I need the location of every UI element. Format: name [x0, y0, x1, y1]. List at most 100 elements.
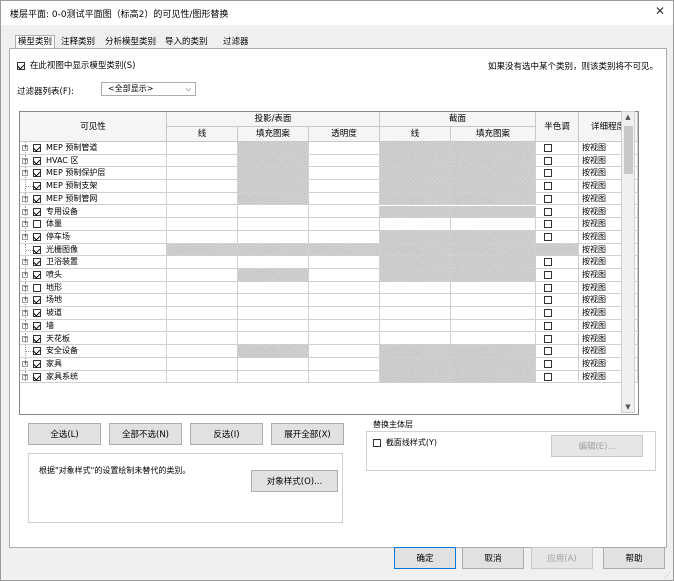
cut-override-cell[interactable] — [451, 319, 536, 333]
projection-override-cell[interactable] — [238, 230, 309, 244]
expand-icon[interactable]: + — [22, 272, 28, 278]
cut-override-cell[interactable] — [451, 180, 536, 193]
cut-line-styles-checkbox[interactable] — [373, 438, 381, 447]
halftone-cell[interactable] — [536, 357, 579, 371]
cut-override-cell[interactable] — [380, 357, 451, 371]
cut-override-cell[interactable] — [451, 281, 536, 295]
scroll-up-icon[interactable]: ▲ — [622, 113, 634, 121]
cut-override-cell[interactable] — [380, 345, 451, 358]
category-visibility-checkbox[interactable] — [33, 309, 41, 318]
ok-button[interactable]: 确定 — [394, 547, 456, 569]
projection-override-cell[interactable] — [167, 192, 238, 206]
cut-override-cell[interactable] — [380, 230, 451, 244]
halftone-cell[interactable] — [536, 180, 579, 193]
halftone-checkbox[interactable] — [544, 283, 552, 292]
expand-icon[interactable]: + — [22, 310, 28, 317]
table-row[interactable]: + 专用设备 按视图 — [20, 205, 638, 219]
projection-override-cell[interactable] — [309, 294, 380, 308]
category-visibility-checkbox[interactable] — [33, 334, 41, 343]
cut-override-cell[interactable] — [451, 345, 536, 358]
cut-override-cell[interactable] — [451, 256, 536, 269]
projection-override-cell[interactable] — [309, 218, 380, 231]
halftone-cell[interactable] — [536, 294, 579, 308]
halftone-checkbox[interactable] — [544, 372, 552, 381]
projection-override-cell[interactable] — [309, 142, 380, 155]
projection-override-cell[interactable] — [309, 357, 380, 371]
cut-override-cell[interactable] — [380, 307, 451, 320]
expand-icon[interactable]: + — [22, 157, 28, 164]
halftone-cell[interactable] — [536, 332, 579, 346]
expand-icon[interactable]: + — [22, 322, 28, 329]
projection-override-cell[interactable] — [167, 319, 238, 333]
cut-override-cell[interactable] — [451, 269, 536, 282]
projection-override-cell[interactable] — [238, 307, 309, 320]
table-row[interactable]: + 卫浴装置 按视图 — [20, 256, 638, 269]
halftone-checkbox[interactable] — [544, 144, 552, 152]
table-row[interactable]: + MEP 预制管网 按视图 — [20, 192, 638, 206]
scroll-down-icon[interactable]: ▼ — [622, 403, 634, 411]
projection-override-cell[interactable] — [167, 230, 238, 244]
expand-icon[interactable]: + — [22, 195, 28, 202]
expand-icon[interactable]: + — [22, 297, 28, 304]
projection-override-cell[interactable] — [309, 307, 380, 320]
category-visibility-checkbox[interactable] — [33, 296, 41, 305]
halftone-cell[interactable] — [536, 218, 579, 231]
projection-override-cell[interactable] — [238, 243, 309, 257]
halftone-checkbox[interactable] — [544, 156, 552, 165]
filter-list-select[interactable]: <全部显示> ⌵ — [101, 82, 196, 96]
projection-override-cell[interactable] — [167, 243, 238, 257]
cut-override-cell[interactable] — [380, 192, 451, 206]
cut-override-cell[interactable] — [380, 218, 451, 231]
halftone-cell[interactable] — [536, 370, 579, 384]
halftone-cell[interactable] — [536, 154, 579, 168]
halftone-cell[interactable] — [536, 230, 579, 244]
projection-override-cell[interactable] — [309, 256, 380, 269]
projection-override-cell[interactable] — [238, 180, 309, 193]
cut-override-cell[interactable] — [380, 294, 451, 308]
invert-button[interactable]: 反选(I) — [190, 423, 263, 445]
projection-override-cell[interactable] — [238, 269, 309, 282]
halftone-checkbox[interactable] — [544, 359, 552, 368]
table-row[interactable]: + MEP 预制管道 按视图 — [20, 142, 638, 155]
halftone-checkbox[interactable] — [544, 182, 552, 191]
table-row[interactable]: 安全设备 按视图 — [20, 345, 638, 358]
projection-override-cell[interactable] — [167, 345, 238, 358]
halftone-cell[interactable] — [536, 319, 579, 333]
cut-override-cell[interactable] — [380, 180, 451, 193]
projection-override-cell[interactable] — [238, 332, 309, 346]
help-button[interactable]: 帮助 — [603, 547, 665, 569]
projection-override-cell[interactable] — [309, 167, 380, 181]
table-row[interactable]: + MEP 预制保护层 按视图 — [20, 167, 638, 181]
halftone-checkbox[interactable] — [544, 321, 552, 330]
cut-override-cell[interactable] — [380, 281, 451, 295]
table-row[interactable]: + 停车场 按视图 — [20, 230, 638, 244]
projection-override-cell[interactable] — [238, 294, 309, 308]
projection-override-cell[interactable] — [309, 243, 380, 257]
cancel-button[interactable]: 取消 — [462, 547, 524, 569]
projection-override-cell[interactable] — [167, 281, 238, 295]
table-row[interactable]: + 地形 按视图 — [20, 281, 638, 295]
category-visibility-checkbox[interactable] — [33, 347, 41, 356]
cut-override-cell[interactable] — [451, 294, 536, 308]
projection-override-cell[interactable] — [238, 218, 309, 231]
halftone-cell[interactable] — [536, 167, 579, 181]
halftone-checkbox[interactable] — [544, 220, 552, 229]
cut-override-cell[interactable] — [380, 319, 451, 333]
category-visibility-checkbox[interactable] — [33, 321, 41, 330]
col-fill-header[interactable]: 填充图案 — [238, 127, 309, 142]
cut-override-cell[interactable] — [451, 370, 536, 384]
projection-override-cell[interactable] — [238, 205, 309, 219]
projection-override-cell[interactable] — [309, 192, 380, 206]
show-categories-row[interactable]: 在此视图中显示模型类别(S) — [17, 59, 135, 71]
edit-button[interactable]: 编辑(E)... — [551, 435, 643, 457]
col-line-header[interactable]: 线 — [167, 127, 238, 142]
select-all-button[interactable]: 全选(L) — [28, 423, 101, 445]
projection-override-cell[interactable] — [238, 319, 309, 333]
projection-override-cell[interactable] — [167, 142, 238, 155]
projection-override-cell[interactable] — [309, 319, 380, 333]
cut-override-cell[interactable] — [451, 332, 536, 346]
projection-override-cell[interactable] — [238, 154, 309, 168]
col-halftone-header[interactable]: 半色调 — [536, 112, 579, 142]
halftone-checkbox[interactable] — [544, 207, 552, 216]
cut-override-cell[interactable] — [451, 307, 536, 320]
